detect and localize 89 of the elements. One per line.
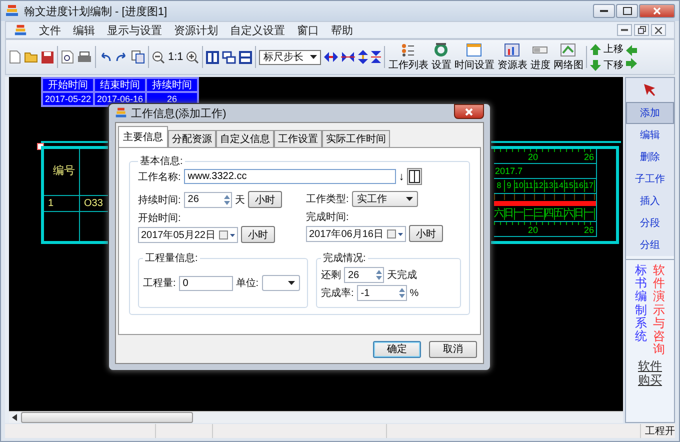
tool-button[interactable]: 插入 — [626, 190, 674, 212]
tab[interactable]: 自定义信息 — [216, 130, 274, 147]
field-label: 还剩 — [321, 269, 341, 282]
menu-item[interactable]: 编辑 — [73, 22, 95, 38]
tool-button[interactable]: 分组 — [626, 234, 674, 256]
weekday-cell: 一 — [584, 208, 594, 220]
field-label: 工作类型: — [306, 192, 349, 206]
field-label: 工程量: — [143, 277, 176, 290]
table-cell: 2017-05-22 — [42, 92, 94, 106]
tool-button[interactable]: 删除 — [626, 146, 674, 168]
table-cell: O33 — [84, 198, 103, 209]
toolbar-button[interactable]: 网络图 — [553, 42, 584, 72]
weekday-cell: 四 — [544, 208, 554, 220]
ruler-step-dropdown[interactable]: 标尺步长 — [259, 50, 322, 64]
toolbar-button[interactable]: 工作列表 — [388, 42, 428, 72]
day-cell: 13 — [544, 180, 554, 192]
tool-button[interactable]: 子工作 — [626, 168, 674, 190]
menu-item[interactable]: 显示与设置 — [107, 22, 162, 38]
day-cell: 17 — [584, 180, 594, 192]
vertical-link[interactable]: 标书编制系统 — [635, 264, 647, 356]
tab[interactable]: 实际工作时间 — [322, 130, 390, 147]
pick-button[interactable]: ↓ — [398, 170, 404, 182]
unit-label: 天完成 — [387, 268, 417, 282]
table-header: 结束时间 — [94, 78, 146, 92]
window-title: 翰文进度计划编制 - [进度图1] — [24, 4, 168, 18]
field-label: 持续时间: — [138, 194, 181, 206]
field-label: 工作名称: — [138, 170, 181, 184]
work-type-dropdown[interactable]: 实工作 — [352, 191, 418, 207]
weekday-cell: 一 — [514, 208, 524, 220]
dialog-button[interactable]: 取消 — [429, 340, 477, 358]
day-cell: 9 — [504, 180, 514, 192]
weekday-cell: 六 — [494, 208, 504, 220]
field-label: 完成时间: — [306, 210, 350, 224]
actual-size-button[interactable]: 1:1 — [168, 51, 184, 63]
menu-item[interactable]: 资源计划 — [174, 22, 218, 38]
table-cell: 1 — [48, 198, 54, 209]
table-header: 开始时间 — [42, 78, 94, 92]
table-header: 编号 — [53, 164, 75, 178]
tool-button[interactable]: 分段 — [626, 212, 674, 234]
unit-label: 天 — [234, 194, 245, 206]
toolbar-button[interactable]: 进度 — [530, 42, 550, 72]
toolbar-button[interactable]: 时间设置 — [454, 42, 494, 72]
weekday-cell: 日 — [504, 208, 514, 220]
menu-item[interactable]: 帮助 — [331, 22, 353, 38]
day-cell: 12 — [534, 180, 544, 192]
tab[interactable]: 工作设置 — [274, 130, 322, 147]
day-cell: 10 — [514, 180, 524, 192]
day-cell: 8 — [494, 180, 504, 192]
group-label: 工程量信息: — [144, 252, 199, 265]
day-cell: 11 — [524, 180, 534, 192]
day-cell: 15 — [564, 180, 574, 192]
date-picker[interactable]: 2017年06月16日 — [306, 226, 406, 242]
group-label: 完成情况: — [322, 252, 367, 265]
spin-field[interactable]: -1 — [356, 285, 407, 301]
weekday-cell: 日 — [574, 208, 584, 220]
input-field[interactable]: 0 — [178, 276, 233, 290]
hours-button[interactable]: 小时 — [241, 226, 275, 243]
status-text: 工程开 — [644, 425, 675, 438]
day-cell: 14 — [554, 180, 564, 192]
unit-label: % — [410, 288, 419, 298]
toolbar-button[interactable]: 资源表 — [497, 42, 528, 72]
hours-button[interactable]: 小时 — [248, 191, 282, 208]
tab[interactable]: 主要信息 — [118, 126, 168, 147]
toolbar-button[interactable]: 设置 — [431, 42, 452, 72]
spin-field[interactable]: 26 — [184, 192, 232, 208]
table-header: 持续时间 — [146, 78, 198, 92]
tab[interactable]: 分配资源 — [168, 130, 216, 147]
date-picker[interactable]: 2017年05月22日 — [138, 226, 238, 242]
month-label: 2017.7 — [494, 166, 523, 176]
hours-button[interactable]: 小时 — [409, 225, 443, 242]
move-button[interactable]: 上移 — [590, 42, 624, 56]
dialog-button[interactable]: 确定 — [373, 340, 421, 358]
day-cell: 16 — [574, 180, 584, 192]
tool-button[interactable]: 编辑 — [626, 124, 674, 146]
vertical-link[interactable]: 软件购买 — [638, 360, 662, 387]
menu-item[interactable]: 文件 — [39, 22, 61, 38]
move-button[interactable]: 下移 — [590, 58, 624, 72]
tool-button[interactable]: 添加 — [626, 102, 674, 124]
field-label: 开始时间: — [138, 212, 182, 225]
group-label: 基本信息: — [139, 154, 184, 168]
dialog-title: 工作信息(添加工作) — [131, 106, 226, 120]
time-scale: 20 26 — [494, 149, 596, 164]
spin-field[interactable]: 26 — [344, 267, 384, 283]
menu-item[interactable]: 窗口 — [297, 22, 319, 38]
input-field[interactable]: www.3322.cc — [184, 169, 396, 184]
field-label: 单位: — [236, 276, 259, 290]
menu-item[interactable]: 自定义设置 — [230, 22, 285, 38]
field-label: 完成率: — [321, 286, 354, 300]
time-scale: 20 26 — [494, 222, 596, 237]
